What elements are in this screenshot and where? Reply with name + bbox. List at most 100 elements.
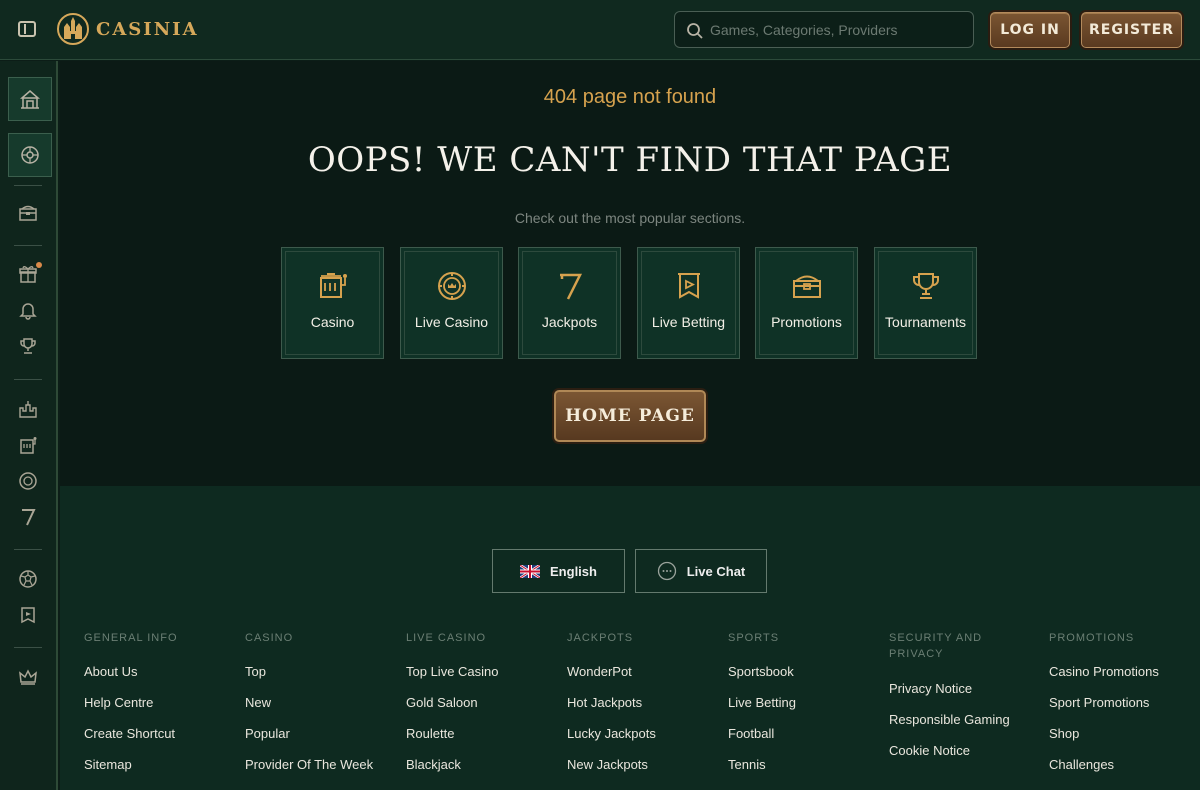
footer-column-jackpots: JACKPOTS WonderPot Hot Jackpots Lucky Ja…: [567, 630, 717, 772]
menu-toggle-icon[interactable]: [18, 21, 36, 37]
footer-column-heading: LIVE CASINO: [406, 632, 487, 644]
casino-building-icon: [20, 90, 40, 109]
footer-column-casino: CASINO Top New Popular Provider Of The W…: [245, 630, 395, 772]
chat-bubble-icon: [657, 561, 676, 581]
footer-column-heading: JACKPOTS: [567, 632, 634, 644]
section-card-label: Live Betting: [651, 314, 726, 330]
footer-link[interactable]: Responsible Gaming: [889, 712, 1010, 727]
footer-link[interactable]: Help Centre: [84, 695, 153, 710]
section-card-label: Jackpots: [541, 314, 598, 330]
gift-icon[interactable]: [18, 264, 38, 284]
footer-column-heading: CASINO: [245, 632, 294, 644]
treasure-chest-icon: [793, 275, 821, 298]
footer-link[interactable]: Casino Promotions: [1049, 664, 1159, 679]
footer-link[interactable]: Privacy Notice: [889, 681, 972, 696]
page-title: OOPS! WE CAN'T FIND THAT PAGE: [307, 140, 953, 180]
section-card-label: Casino: [310, 314, 355, 330]
sidebar-item-casino[interactable]: [8, 77, 52, 121]
register-button[interactable]: REGISTER: [1081, 12, 1182, 48]
footer-link[interactable]: Challenges: [1049, 757, 1114, 772]
footer-column-security: SECURITY AND PRIVACY Privacy Notice Resp…: [889, 630, 1010, 758]
sidebar-divider: [14, 647, 42, 648]
footer-link[interactable]: Tennis: [728, 757, 766, 772]
betting-flag-icon[interactable]: [18, 605, 38, 625]
top-header: CASINIA LOG IN REGISTER: [0, 0, 1200, 60]
sidebar-divider: [14, 185, 42, 186]
error-subtitle: Check out the most popular sections.: [514, 210, 746, 226]
bell-icon[interactable]: [18, 300, 38, 320]
footer-column-live-casino: LIVE CASINO Top Live Casino Gold Saloon …: [406, 630, 556, 772]
footer-link[interactable]: Roulette: [406, 726, 454, 741]
footer-link[interactable]: Create Shortcut: [84, 726, 175, 741]
language-label: English: [550, 563, 597, 579]
footer-link[interactable]: Top Live Casino: [406, 664, 499, 679]
footer-column-sports: SPORTS Sportsbook Live Betting Football …: [728, 630, 878, 772]
search-box[interactable]: [674, 11, 974, 48]
castle-logo-icon[interactable]: [56, 11, 90, 47]
footer-link[interactable]: Hot Jackpots: [567, 695, 642, 710]
treasure-chest-icon[interactable]: [18, 203, 38, 223]
slot-machine-icon: [320, 273, 347, 298]
footer-link[interactable]: Football: [728, 726, 774, 741]
section-card-promotions[interactable]: Promotions: [755, 247, 858, 359]
footer-column-heading: GENERAL INFO: [84, 632, 178, 644]
sidebar-divider: [14, 549, 42, 550]
footer-link[interactable]: Live Betting: [728, 695, 796, 710]
soccer-ball-icon[interactable]: [18, 569, 38, 589]
footer-link[interactable]: Sport Promotions: [1049, 695, 1149, 710]
section-card-live-betting[interactable]: Live Betting: [637, 247, 740, 359]
left-sidebar: [0, 61, 58, 790]
section-card-label: Tournaments: [885, 314, 966, 330]
sidebar-divider: [14, 245, 42, 246]
footer-link[interactable]: Lucky Jackpots: [567, 726, 656, 741]
roulette-wheel-icon: [21, 146, 39, 164]
language-selector[interactable]: English: [492, 549, 625, 593]
chip-icon: [438, 272, 466, 300]
footer-link[interactable]: Top: [245, 664, 266, 679]
footer-column-heading: PROMOTIONS: [1049, 632, 1135, 644]
footer-link[interactable]: Cookie Notice: [889, 743, 970, 758]
trophy-icon[interactable]: [18, 336, 38, 356]
footer-link[interactable]: Gold Saloon: [406, 695, 478, 710]
slot-machine-icon[interactable]: [18, 435, 38, 455]
brand-name[interactable]: CASINIA: [96, 19, 199, 40]
footer-link[interactable]: Blackjack: [406, 757, 461, 772]
footer-link[interactable]: Provider Of The Week: [245, 757, 373, 772]
section-card-jackpots[interactable]: Jackpots: [518, 247, 621, 359]
sidebar-divider: [14, 379, 42, 380]
footer-link[interactable]: Popular: [245, 726, 290, 741]
live-chat-label: Live Chat: [686, 563, 746, 579]
notification-dot: [36, 262, 42, 268]
trophy-icon: [913, 273, 939, 299]
betting-flag-icon: [678, 273, 700, 299]
footer-link[interactable]: Shop: [1049, 726, 1079, 741]
search-icon: [687, 23, 703, 39]
sidebar-item-live[interactable]: [8, 133, 52, 177]
error-code: 404 page not found: [543, 86, 717, 108]
footer-column-heading: SECURITY AND PRIVACY: [889, 632, 983, 660]
footer-link[interactable]: New: [245, 695, 271, 710]
uk-flag-icon: [520, 564, 541, 578]
chip-icon[interactable]: [18, 471, 38, 491]
footer-link[interactable]: WonderPot: [567, 664, 632, 679]
live-chat-button[interactable]: Live Chat: [635, 549, 767, 593]
footer-column-promotions: PROMOTIONS Casino Promotions Sport Promo…: [1049, 630, 1199, 772]
section-card-tournaments[interactable]: Tournaments: [874, 247, 977, 359]
login-button[interactable]: LOG IN: [990, 12, 1070, 48]
footer-link[interactable]: About Us: [84, 664, 137, 679]
footer-link[interactable]: New Jackpots: [567, 757, 648, 772]
section-card-casino[interactable]: Casino: [281, 247, 384, 359]
section-card-label: Promotions: [771, 314, 842, 330]
seven-icon[interactable]: [18, 507, 38, 527]
home-page-button[interactable]: HOME PAGE: [554, 390, 706, 442]
castle-icon[interactable]: [18, 399, 38, 419]
section-card-label: Live Casino: [414, 314, 489, 330]
crown-icon[interactable]: [18, 667, 38, 687]
footer-link[interactable]: Sportsbook: [728, 664, 794, 679]
footer-column-general-info: GENERAL INFO About Us Help Centre Create…: [84, 630, 234, 772]
footer-link[interactable]: Sitemap: [84, 757, 132, 772]
section-card-live-casino[interactable]: Live Casino: [400, 247, 503, 359]
footer-column-heading: SPORTS: [728, 632, 780, 644]
search-input[interactable]: [710, 12, 965, 47]
seven-icon: [560, 273, 583, 300]
